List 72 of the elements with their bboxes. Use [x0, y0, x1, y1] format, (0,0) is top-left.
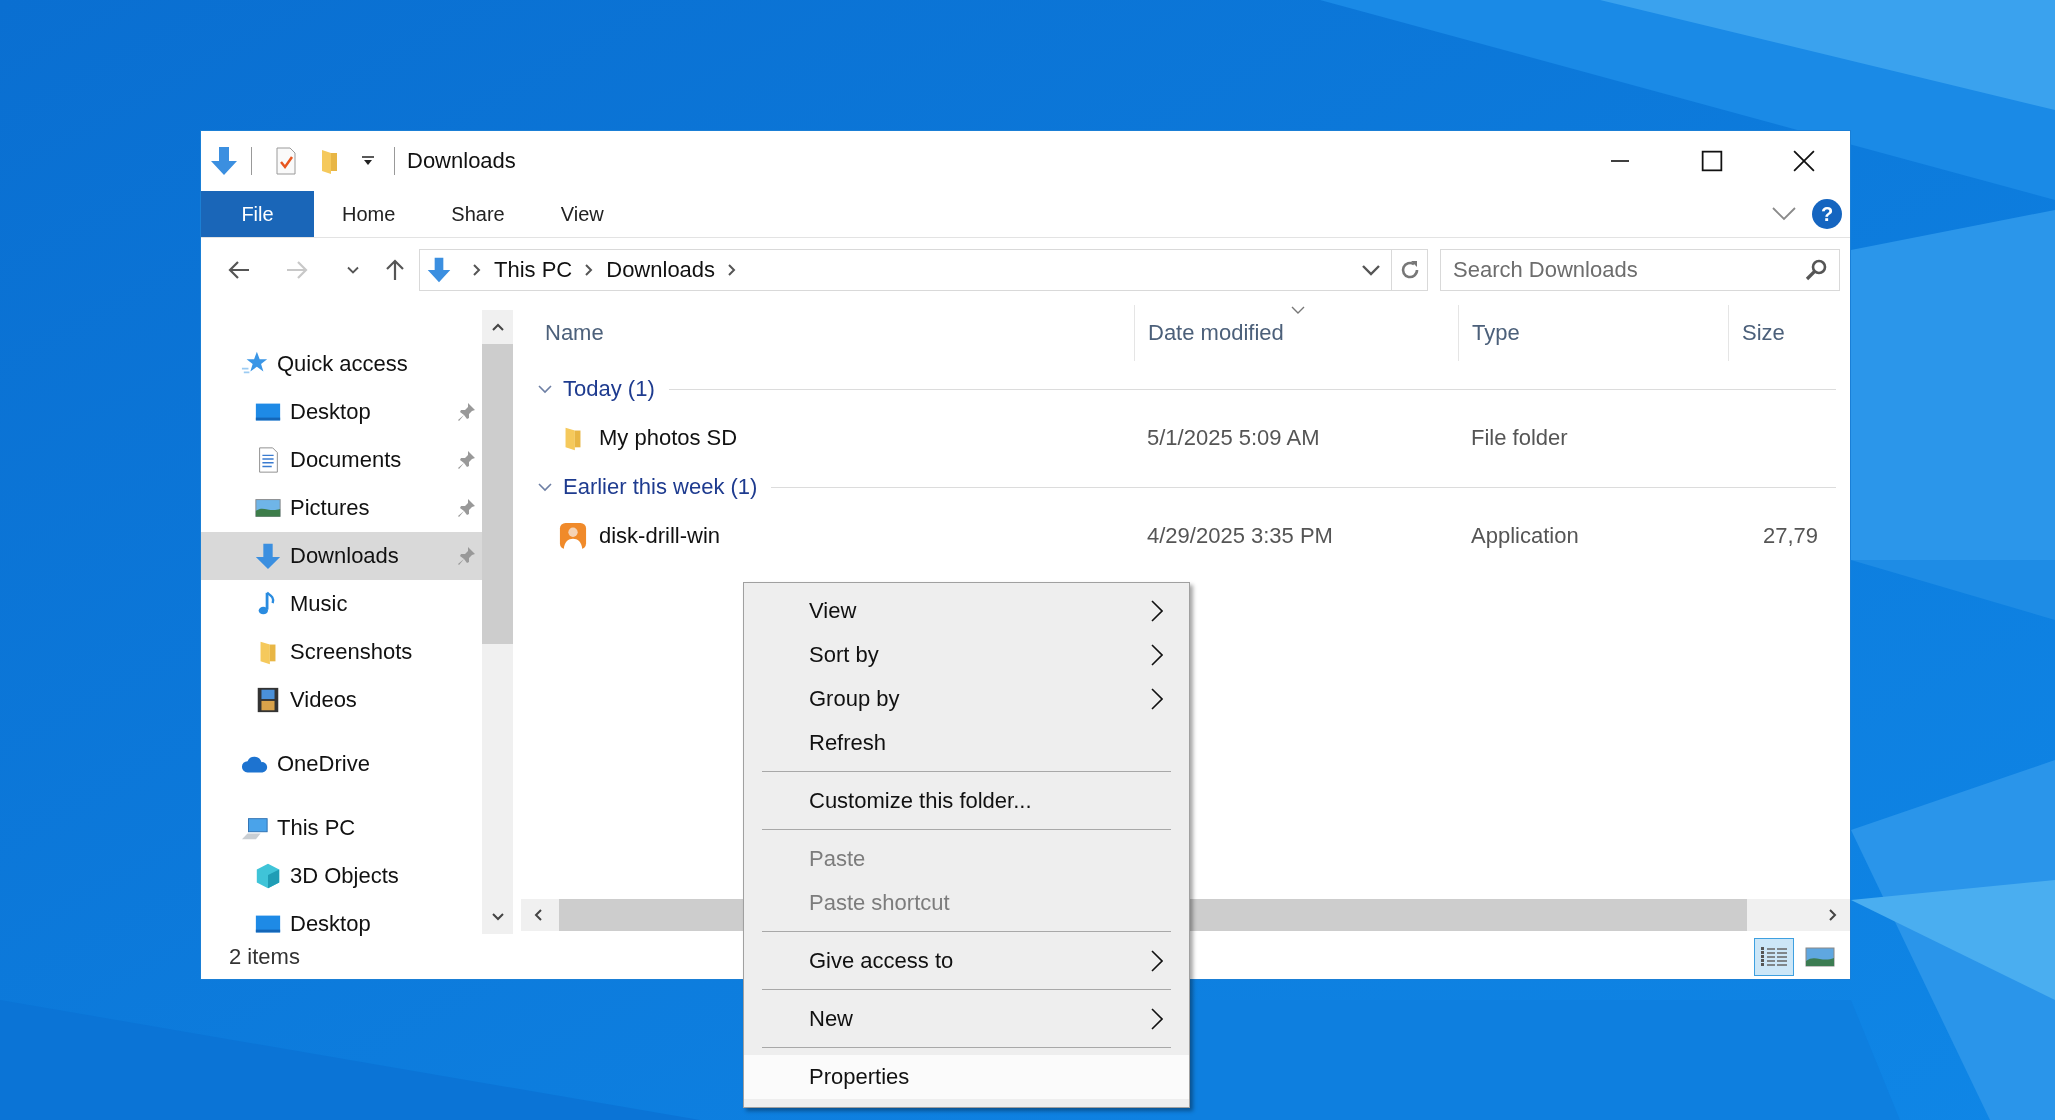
close-icon: [1793, 150, 1815, 172]
nav-item[interactable]: OneDrive: [201, 740, 482, 788]
ribbon-tab[interactable]: File: [201, 191, 314, 237]
nav-item[interactable]: Videos: [201, 676, 482, 724]
breadcrumb[interactable]: This PC: [494, 257, 573, 283]
downloads-icon: [254, 542, 282, 570]
details-view-button[interactable]: [1754, 937, 1794, 976]
nav-item[interactable]: Documents: [201, 436, 482, 484]
ribbon-tab[interactable]: Share: [423, 191, 533, 237]
maximize-icon: [1701, 150, 1723, 172]
menu-item[interactable]: New: [744, 997, 1189, 1041]
minimize-icon: [1609, 160, 1631, 162]
nav-item[interactable]: Downloads: [201, 532, 482, 580]
properties-icon[interactable]: [274, 147, 298, 175]
dropdown-caret-icon[interactable]: [362, 156, 374, 166]
scroll-left-icon[interactable]: [533, 908, 543, 922]
nav-item[interactable]: Screenshots: [201, 628, 482, 676]
pin-icon[interactable]: [456, 498, 476, 518]
nav-item[interactable]: Quick access: [201, 340, 482, 388]
menu-item[interactable]: Refresh: [744, 721, 1189, 765]
menu-item[interactable]: Group by: [744, 677, 1189, 721]
group-header[interactable]: Earlier this week (1): [563, 474, 758, 500]
pin-icon[interactable]: [456, 450, 476, 470]
file-type: Application: [1471, 523, 1579, 549]
file-name[interactable]: disk-drill-win: [599, 523, 720, 549]
file-name[interactable]: My photos SD: [599, 425, 738, 451]
menu-item[interactable]: Properties: [744, 1055, 1189, 1099]
scroll-right-icon[interactable]: [1828, 908, 1838, 922]
address-bar[interactable]: This PC Downloads: [419, 249, 1392, 291]
column-header[interactable]: Date modified: [1134, 305, 1458, 361]
dropdown-icon[interactable]: [1361, 264, 1381, 276]
ribbon-tab[interactable]: View: [532, 191, 632, 237]
menu-item[interactable]: View: [744, 589, 1189, 633]
date-modified: 4/29/2025 3:35 PM: [1147, 523, 1333, 549]
nav-item[interactable]: 3D Objects: [201, 852, 482, 900]
breadcrumb[interactable]: Downloads: [606, 257, 716, 283]
download-arrow-icon: [426, 256, 452, 284]
column-header[interactable]: Size: [1728, 305, 1850, 361]
file-size: 27,79: [1763, 523, 1819, 549]
cube-icon: [254, 862, 282, 890]
search-icon: [1804, 258, 1828, 282]
group-header[interactable]: Today (1): [563, 376, 655, 402]
scrollbar-thumb[interactable]: [482, 344, 513, 644]
nav-item[interactable]: Music: [201, 580, 482, 628]
scroll-up-icon[interactable]: [490, 322, 505, 332]
ribbon-tab[interactable]: Home: [314, 191, 424, 237]
person-icon: [559, 522, 587, 550]
chevron-icon[interactable]: [584, 263, 595, 277]
date-modified: 5/1/2025 5:09 AM: [1147, 425, 1320, 451]
menu-item[interactable]: Sort by: [744, 633, 1189, 677]
sort-icon: [1291, 306, 1305, 314]
search-field[interactable]: Search Downloads: [1440, 249, 1840, 291]
menu-item[interactable]: Customize this folder...: [744, 779, 1189, 823]
nav-item[interactable]: This PC: [201, 804, 482, 852]
chevron-icon[interactable]: [727, 263, 738, 277]
menu-item[interactable]: Give access to: [744, 939, 1189, 983]
expand-ribbon-icon[interactable]: [1772, 207, 1796, 221]
nav-item[interactable]: Desktop: [201, 388, 482, 436]
landscape-thumbnail-icon: [1805, 944, 1835, 969]
window-title: Downloads: [407, 148, 516, 174]
scrollbar[interactable]: [482, 310, 513, 934]
column-header[interactable]: Type: [1458, 305, 1728, 361]
chevron-icon[interactable]: [472, 263, 482, 277]
download-arrow-icon: [209, 145, 239, 177]
column-header[interactable]: Name: [521, 305, 1134, 361]
help-button[interactable]: ?: [1812, 199, 1842, 229]
file-type: File folder: [1471, 425, 1568, 451]
refresh-button[interactable]: [1392, 249, 1428, 291]
nav-item[interactable]: Pictures: [201, 484, 482, 532]
scroll-down-icon[interactable]: [490, 912, 505, 922]
pin-icon[interactable]: [456, 402, 476, 422]
details-list-icon: [1759, 944, 1789, 969]
